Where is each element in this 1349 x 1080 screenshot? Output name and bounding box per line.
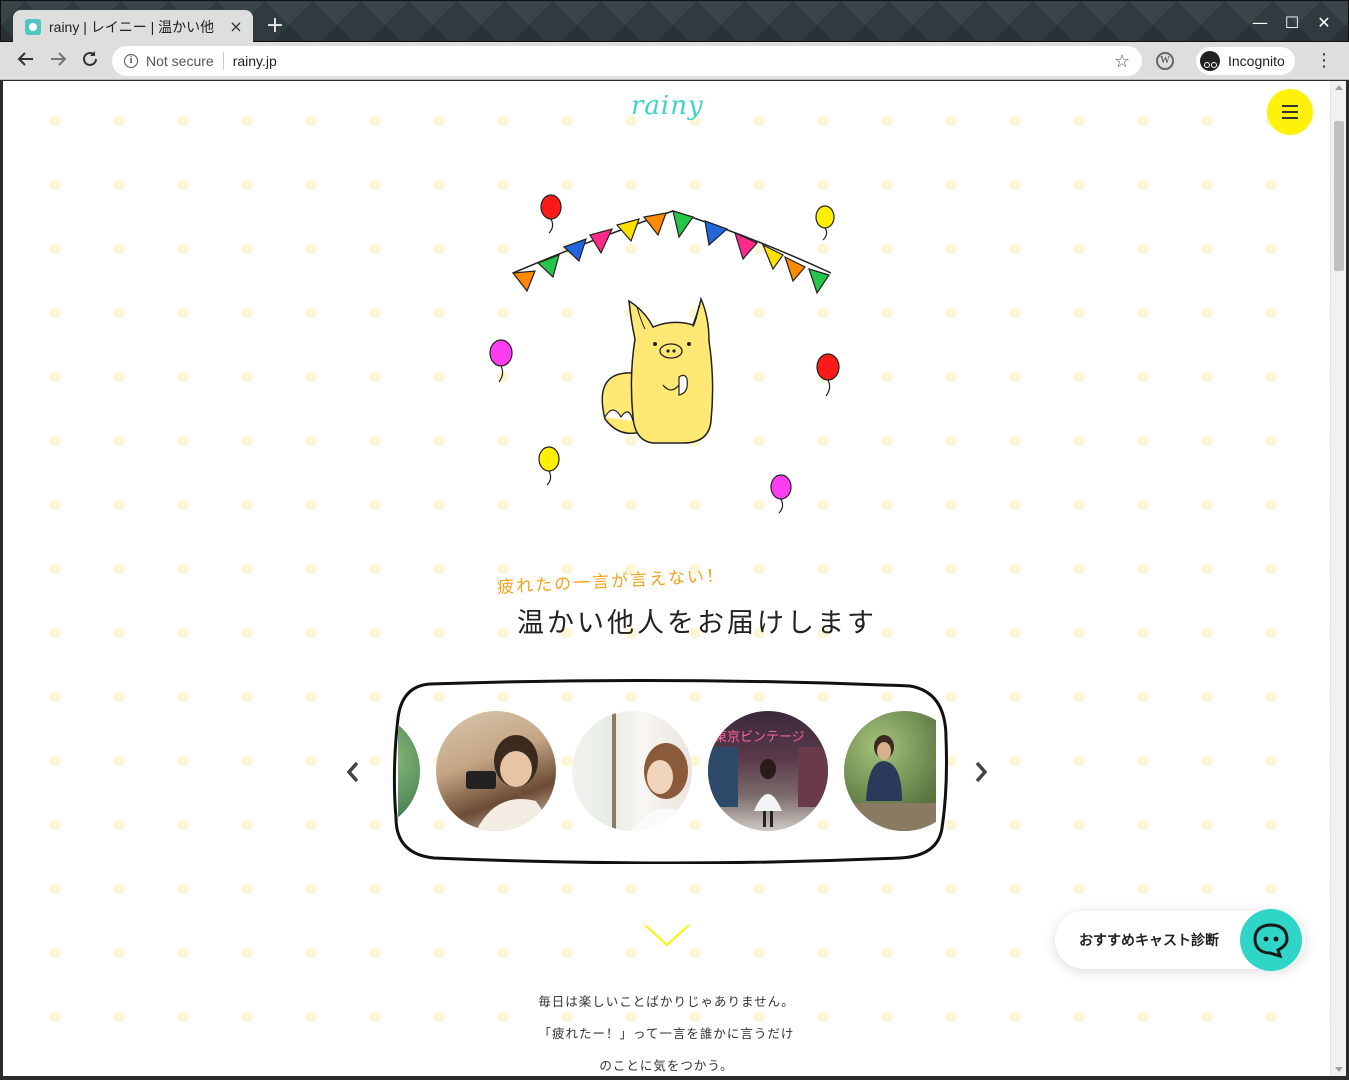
minimize-button[interactable]: — [1244, 9, 1276, 37]
carousel-prev-button[interactable] [343, 759, 363, 785]
browser-titlebar: rainy | レイニー | 温かい他 × + — ☐ ✕ [0, 0, 1349, 44]
site-logo[interactable]: rainy [631, 91, 704, 121]
reload-icon[interactable] [78, 49, 102, 73]
address-bar[interactable]: i Not secure rainy.jp ☆ [112, 46, 1142, 76]
back-arrow-icon[interactable] [14, 49, 38, 73]
recommend-cast-label: おすすめキャスト診断 [1079, 933, 1219, 949]
chevron-left-icon [346, 761, 359, 783]
omnibox-divider [222, 52, 224, 70]
bookmark-star-icon[interactable]: ☆ [1114, 51, 1130, 72]
scroll-down-arrow-icon[interactable] [1335, 1067, 1343, 1072]
browser-tab[interactable]: rainy | レイニー | 温かい他 × [13, 10, 253, 44]
incognito-label: Incognito [1228, 53, 1285, 69]
chat-bubble-icon[interactable] [1240, 909, 1302, 971]
incognito-icon [1200, 51, 1220, 71]
window-controls: — ☐ ✕ [1244, 9, 1340, 37]
cast-photo[interactable] [572, 711, 692, 831]
intro-line: 「疲れたー！」って一言を誰かに言うだけ [538, 1026, 795, 1041]
maximize-button[interactable]: ☐ [1276, 9, 1308, 37]
hamburger-menu-button[interactable] [1267, 89, 1313, 135]
security-label: Not secure [146, 53, 214, 69]
url-text[interactable]: rainy.jp [233, 53, 1114, 69]
tab-title: rainy | レイニー | 温かい他 [49, 19, 215, 35]
mascot-illustration [489, 194, 840, 514]
browser-menu-icon[interactable]: ⋮ [1314, 50, 1334, 74]
scrollbar-thumb[interactable] [1334, 121, 1344, 271]
cast-photo[interactable] [844, 711, 936, 831]
chevron-right-icon [975, 761, 988, 783]
intro-line: のことに気をつかう。 [599, 1058, 734, 1073]
browser-toolbar: i Not secure rainy.jp ☆ W Incognito ⋮ [0, 42, 1349, 80]
hero-headline: 温かい他人をお届けします [517, 608, 877, 639]
scroll-down-chevron-icon[interactable] [643, 921, 691, 949]
cast-photo[interactable]: 東京ビンテージ [708, 711, 828, 831]
tab-close-icon[interactable]: × [227, 18, 245, 36]
info-icon[interactable]: i [124, 54, 138, 68]
cast-photo[interactable] [398, 711, 420, 831]
page-scrollbar[interactable] [1330, 81, 1346, 1076]
carousel-track: 東京ビンテージ [398, 711, 936, 831]
intro-line: 毎日は楽しいことばかりじゃありません。 [538, 994, 795, 1009]
new-tab-button[interactable]: + [263, 14, 287, 38]
carousel-next-button[interactable] [971, 759, 991, 785]
scroll-up-arrow-icon[interactable] [1335, 85, 1343, 90]
hero-tagline: 疲れたの一言が言えない！ [496, 566, 726, 598]
incognito-badge[interactable]: Incognito [1196, 47, 1295, 75]
site-favicon-icon [25, 19, 41, 35]
forward-arrow-icon[interactable] [46, 49, 70, 73]
svg-text:東京ビンテージ: 東京ビンテージ [714, 729, 805, 745]
close-window-button[interactable]: ✕ [1308, 9, 1340, 37]
cast-photo[interactable] [436, 711, 556, 831]
wordpress-extension-icon[interactable]: W [1156, 52, 1174, 70]
